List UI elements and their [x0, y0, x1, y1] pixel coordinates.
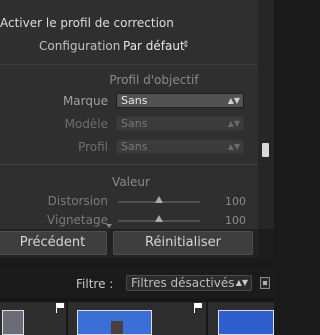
photo-subject — [111, 321, 123, 334]
model-label: Modèle — [64, 117, 108, 131]
thumbnail-photo[interactable] — [2, 310, 24, 335]
divider — [0, 64, 258, 65]
filter-label: Filtre : — [76, 277, 114, 291]
filter-dropdown[interactable]: Filtres désactivés ▲▼ — [126, 275, 252, 291]
amount-title: Valeur — [112, 175, 150, 189]
distortion-value[interactable]: 100 — [218, 195, 246, 208]
filmstrip-cell[interactable] — [208, 302, 274, 335]
dropdown-arrows-icon[interactable]: ⇕ — [182, 40, 190, 50]
vignetting-slider-thumb[interactable] — [155, 215, 163, 222]
filter-lock-icon[interactable] — [260, 277, 270, 289]
enable-profile-checkbox[interactable]: Activer le profil de correction — [0, 16, 174, 30]
panel-scrollbar[interactable] — [258, 0, 274, 229]
chevron-updown-icon: ▲▼ — [235, 278, 248, 287]
profile-label: Profil — [78, 140, 108, 154]
model-value: Sans — [121, 117, 148, 130]
reset-button[interactable]: Réinitialiser — [113, 231, 253, 255]
profile-select[interactable]: Sans ▲▼ — [116, 139, 244, 154]
configuration-label: Configuration — [39, 39, 121, 53]
model-select[interactable]: Sans ▲▼ — [116, 116, 244, 131]
enable-profile-label: Activer le profil de correction — [0, 16, 174, 30]
distortion-slider-thumb[interactable] — [155, 196, 163, 203]
lens-profile-title: Profil d'objectif — [109, 73, 199, 87]
chevron-updown-icon: ▲▼ — [227, 142, 240, 151]
thumbnail-photo[interactable] — [77, 310, 152, 335]
vignetting-label: Vignetage — [47, 213, 108, 227]
button-bar-edge — [258, 229, 274, 258]
chevron-updown-icon: ▲▼ — [227, 119, 240, 128]
scrollbar-thumb[interactable] — [262, 143, 269, 157]
distortion-label: Distorsion — [47, 194, 108, 208]
configuration-dropdown[interactable]: Par défaut — [123, 39, 185, 53]
flag-icon[interactable] — [56, 303, 65, 313]
filter-value: Filtres désactivés — [131, 276, 235, 290]
lens-correction-panel: Activer le profil de correction Configur… — [0, 0, 258, 229]
filmstrip-cell[interactable] — [68, 302, 206, 335]
vignetting-value[interactable]: 100 — [218, 214, 246, 227]
flag-icon[interactable] — [194, 303, 203, 313]
previous-button[interactable]: Précédent — [0, 231, 107, 255]
make-label: Marque — [62, 94, 108, 108]
divider — [0, 164, 258, 165]
profile-value: Sans — [121, 140, 148, 153]
make-select[interactable]: Sans ▲▼ — [116, 93, 244, 108]
chevron-updown-icon: ▲▼ — [227, 96, 240, 105]
panel-collapse-icon[interactable] — [106, 224, 112, 228]
thumbnail-photo[interactable] — [218, 310, 274, 335]
make-value: Sans — [121, 94, 148, 107]
